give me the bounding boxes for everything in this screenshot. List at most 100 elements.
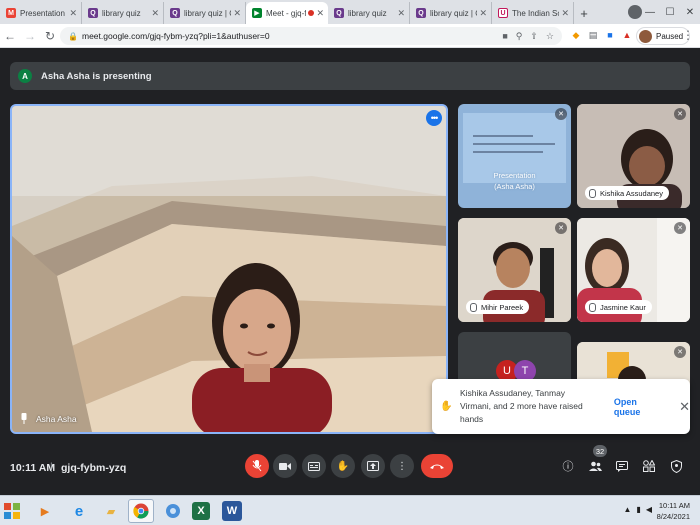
browser-tab-1[interactable]: Q library quiz ✕	[82, 2, 164, 24]
host-controls-icon[interactable]	[668, 458, 684, 474]
network-icon[interactable]: ▮	[636, 505, 640, 514]
participant-name: Kishika Assudaney	[600, 188, 663, 198]
browser-icon[interactable]	[160, 499, 186, 523]
presentation-title: Presentation	[493, 171, 536, 180]
browser-tab-0[interactable]: M Presentation sha ✕	[0, 2, 82, 24]
file-explorer-icon[interactable]: ▰	[98, 499, 124, 523]
end-call-icon	[430, 464, 444, 469]
participant-label: Jasmine Kaur	[585, 300, 652, 314]
camera-toggle-button[interactable]	[273, 454, 297, 478]
close-icon[interactable]: ✕	[151, 8, 159, 19]
quizizz-icon: Q	[170, 8, 180, 18]
browser-tab-3[interactable]: ▶ Meet - gjq-fy ✕	[246, 2, 328, 24]
leave-call-button[interactable]	[421, 454, 453, 478]
more-options-button[interactable]: ⋮	[390, 454, 414, 478]
meet-stage: A Asha Asha is presenting ••• Asha Asha	[0, 49, 700, 495]
participant-tile-mihir[interactable]: ✕ Mihir Pareek	[458, 218, 571, 322]
participant-tile-kishika[interactable]: ✕ Kishika Assudaney	[577, 104, 690, 208]
extension-icon[interactable]: ▲	[621, 28, 633, 42]
extension-icon[interactable]: ◆	[570, 28, 582, 42]
taskbar-clock[interactable]: 10:11 AM 8/24/2021	[657, 500, 690, 522]
participant-tile-jasmine[interactable]: ✕ Jasmine Kaur	[577, 218, 690, 322]
quizizz-icon: Q	[416, 8, 426, 18]
browser-menu-icon[interactable]: ⋮	[682, 28, 694, 42]
back-icon[interactable]: ←	[0, 26, 20, 46]
bookmark-star-icon[interactable]: ☆	[546, 31, 554, 42]
close-icon[interactable]: ✕	[479, 8, 487, 19]
participant-name: Mihir Pareek	[481, 302, 524, 312]
hand-raised-icon	[470, 302, 477, 312]
close-icon[interactable]: ✕	[561, 8, 569, 19]
meeting-time: 10:11 AM	[10, 462, 56, 474]
close-icon[interactable]: ✕	[69, 8, 77, 19]
raised-hands-notification: ✋ Kishika Assudaney, Tanmay Virmani, and…	[432, 379, 690, 434]
recording-icon	[308, 10, 315, 16]
internet-explorer-icon[interactable]: e	[66, 499, 92, 523]
tab-title: The Indian Schoo	[512, 8, 559, 18]
close-icon[interactable]: ✕	[233, 8, 241, 19]
minimize-icon[interactable]: —	[640, 0, 660, 24]
browser-tab-6[interactable]: U The Indian Schoo ✕	[492, 2, 574, 24]
tab-title: library quiz | Oth	[430, 8, 477, 18]
presentation-label: Presentation (Asha Asha)	[458, 170, 571, 192]
chrome-taskbar-icon[interactable]	[128, 499, 154, 523]
open-queue-button[interactable]: Open queue	[614, 397, 665, 417]
window-controls: — ☐ ✕	[640, 0, 700, 24]
excel-icon[interactable]: X	[192, 502, 210, 520]
os-taskbar: ▶ e ▰ X W ▲ ▮ ◀ 10:11 AM 8/24/2021	[0, 495, 700, 525]
tray-arrow-icon[interactable]: ▲	[624, 505, 632, 514]
participant-label: Mihir Pareek	[466, 300, 530, 314]
participant-count-badge: 32	[593, 445, 607, 457]
people-glyph	[588, 461, 602, 471]
activities-icon[interactable]	[641, 458, 657, 474]
meeting-controls-bar: 10:11 AM | gjq-fybm-yzq ✋ ⋮ ⓘ 32	[0, 444, 700, 495]
captions-button[interactable]	[302, 454, 326, 478]
close-icon[interactable]: ✕	[679, 399, 690, 415]
mic-off-icon: ✕	[674, 108, 686, 120]
word-icon[interactable]: W	[222, 501, 242, 521]
participant-name: Jasmine Kaur	[600, 302, 646, 312]
reload-icon[interactable]: ↻	[40, 26, 60, 46]
browser-tab-4[interactable]: Q library quiz ✕	[328, 2, 410, 24]
camera-icon[interactable]: ■	[502, 31, 507, 42]
media-player-icon[interactable]: ▶	[32, 499, 58, 523]
close-icon[interactable]: ✕	[397, 8, 405, 19]
mic-off-icon: ✕	[555, 222, 567, 234]
new-tab-button[interactable]: +	[574, 2, 594, 24]
close-icon[interactable]: ✕	[316, 8, 324, 19]
hand-icon: ✋	[336, 460, 350, 472]
windows-start-icon[interactable]	[4, 503, 20, 519]
forward-icon[interactable]: →	[20, 26, 40, 46]
meeting-details-icon[interactable]: ⓘ	[560, 458, 576, 474]
tab-title: Meet - gjq-fy	[266, 8, 307, 18]
maximize-icon[interactable]: ☐	[660, 0, 680, 24]
share-icon[interactable]: ⇪	[530, 31, 538, 42]
main-video-tile[interactable]: ••• Asha Asha	[10, 104, 448, 434]
extension-icon[interactable]: ■	[604, 28, 616, 42]
mic-off-icon: ✕	[555, 108, 567, 120]
chat-glyph	[616, 460, 628, 472]
close-window-icon[interactable]: ✕	[680, 0, 700, 24]
browser-tab-5[interactable]: Q library quiz | Oth ✕	[410, 2, 492, 24]
chrome-icon	[133, 503, 149, 519]
presentation-owner: (Asha Asha)	[494, 182, 535, 191]
lock-icon[interactable]: 🔒	[68, 32, 78, 41]
raise-hand-button[interactable]: ✋	[331, 454, 355, 478]
volume-icon[interactable]: ◀	[646, 505, 652, 514]
mic-toggle-button[interactable]	[245, 454, 269, 478]
system-tray: ▲ ▮ ◀	[624, 505, 652, 514]
tab-title: library quiz | Oth	[184, 8, 231, 18]
presentation-tile[interactable]: ✕ Presentation (Asha Asha)	[458, 104, 571, 208]
chat-icon[interactable]	[614, 458, 630, 474]
presenting-banner: A Asha Asha is presenting	[10, 62, 690, 90]
meeting-code: gjq-fybm-yzq	[61, 462, 127, 474]
extension-icon[interactable]: ▤	[587, 28, 599, 42]
more-options-icon[interactable]: •••	[426, 110, 442, 126]
zoom-icon[interactable]: ⚲	[516, 31, 523, 42]
people-icon[interactable]	[587, 458, 603, 474]
browser-tab-2[interactable]: Q library quiz | Oth ✕	[164, 2, 246, 24]
globe-icon	[166, 504, 180, 518]
present-now-button[interactable]	[361, 454, 385, 478]
presenting-text: Asha Asha is presenting	[41, 70, 152, 82]
address-bar[interactable]: 🔒 meet.google.com/gjq-fybm-yzq?pli=1&aut…	[60, 27, 562, 45]
